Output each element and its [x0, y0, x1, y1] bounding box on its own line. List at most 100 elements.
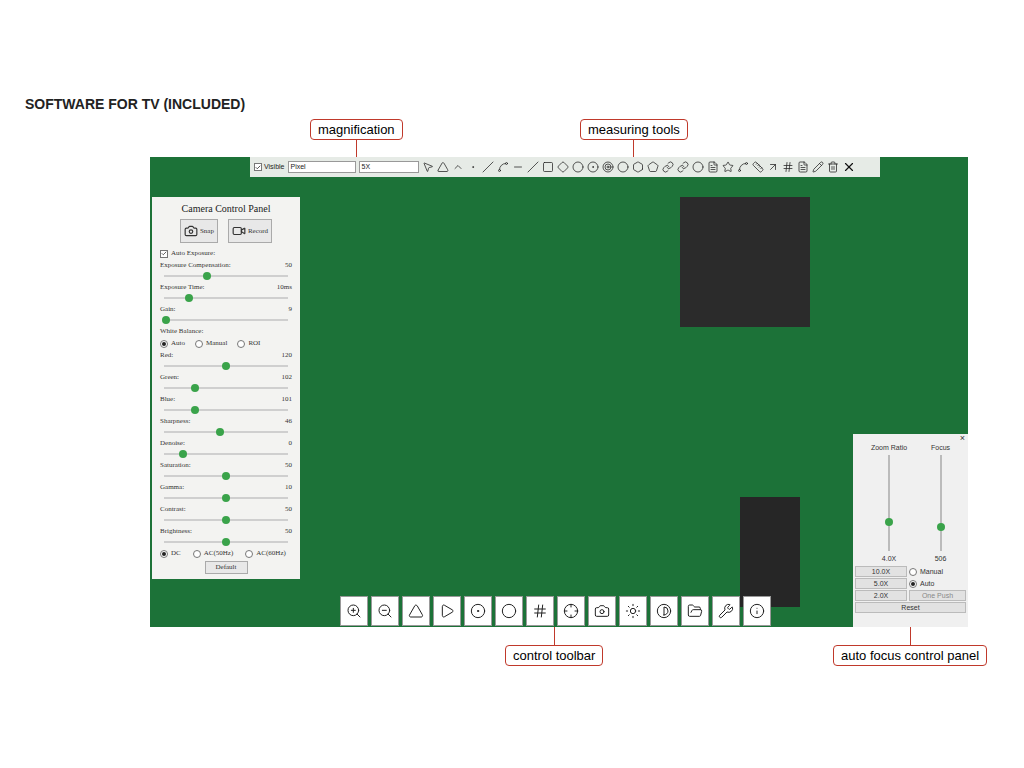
- toolbar-button[interactable]: [464, 596, 492, 626]
- toolbar-button[interactable]: [402, 596, 430, 626]
- measure-tool-icon[interactable]: [587, 161, 599, 173]
- toolbar-button[interactable]: [371, 596, 399, 626]
- slider[interactable]: [164, 272, 288, 280]
- radio[interactable]: [909, 568, 917, 576]
- toolbar-button[interactable]: [340, 596, 368, 626]
- zoom-preset-button[interactable]: 5.0X: [855, 578, 907, 589]
- vertical-slider[interactable]: [937, 455, 945, 551]
- page: SOFTWARE FOR TV (INCLUDED)magnificationm…: [0, 0, 1024, 768]
- measure-tool-icon[interactable]: [632, 161, 644, 173]
- slider[interactable]: [164, 450, 288, 458]
- measure-tool-icon[interactable]: [737, 161, 749, 173]
- vertical-slider[interactable]: [885, 455, 893, 551]
- default-button[interactable]: Default: [205, 561, 248, 574]
- measure-tool-icon[interactable]: [647, 161, 659, 173]
- measure-tool-icon[interactable]: [497, 161, 509, 173]
- zoom-preset-button[interactable]: 10.0X: [855, 566, 907, 577]
- slider[interactable]: [164, 384, 288, 392]
- unit-select[interactable]: Pixel: [288, 161, 356, 173]
- checkbox[interactable]: [160, 250, 168, 258]
- close-icon[interactable]: [842, 160, 856, 174]
- radio-option[interactable]: AC(50Hz): [193, 549, 234, 558]
- slider[interactable]: [164, 362, 288, 370]
- toolbar-button[interactable]: [619, 596, 647, 626]
- check-icon: [255, 164, 261, 171]
- measure-tool-icon[interactable]: [422, 161, 434, 173]
- record-button[interactable]: Record: [228, 219, 272, 243]
- magnification-select[interactable]: 5X: [359, 161, 419, 173]
- measure-tool-icon[interactable]: [557, 161, 569, 173]
- radio[interactable]: [195, 340, 203, 348]
- radio-option[interactable]: ROI: [237, 339, 260, 348]
- radio-option[interactable]: Manual: [195, 339, 227, 348]
- snap-button[interactable]: Snap: [180, 219, 218, 243]
- radio-option[interactable]: Manual: [909, 566, 943, 577]
- measure-tool-icon[interactable]: [437, 161, 449, 173]
- slider-row: Green:102: [160, 373, 292, 392]
- slider[interactable]: [164, 516, 288, 524]
- measure-tool-icon[interactable]: [542, 161, 554, 173]
- measure-tool-icon[interactable]: [467, 161, 479, 173]
- slider[interactable]: [164, 316, 288, 324]
- measure-tool-icon[interactable]: [617, 161, 629, 173]
- one-push-button[interactable]: One Push: [909, 590, 966, 601]
- measure-tool-icon[interactable]: [752, 161, 764, 173]
- auto-exposure[interactable]: Auto Exposure:: [160, 249, 292, 258]
- zoom-preset-button[interactable]: 2.0X: [855, 590, 907, 601]
- callout: measuring tools: [580, 119, 688, 157]
- slider[interactable]: [164, 428, 288, 436]
- software-screenshot: VisiblePixel5XCamera Control PanelSnapRe…: [150, 157, 968, 627]
- radio-option[interactable]: Auto: [909, 578, 934, 589]
- measure-tool-icon[interactable]: [677, 161, 689, 173]
- measure-tool-icon[interactable]: [662, 161, 674, 173]
- toolbar-icon: [501, 603, 517, 619]
- measure-tool-icon[interactable]: [827, 161, 839, 173]
- toolbar-button[interactable]: [650, 596, 678, 626]
- measure-tool-icon[interactable]: [527, 161, 539, 173]
- measure-tool-icon[interactable]: [707, 161, 719, 173]
- callout: control toolbar: [505, 627, 603, 666]
- radio[interactable]: [193, 550, 201, 558]
- radio[interactable]: [237, 340, 245, 348]
- slider-row: Blue:101: [160, 395, 292, 414]
- toolbar-button[interactable]: [588, 596, 616, 626]
- toolbar-icon: [346, 603, 362, 619]
- radio[interactable]: [909, 580, 917, 588]
- checkbox[interactable]: [254, 163, 262, 171]
- toolbar-button[interactable]: [557, 596, 585, 626]
- measure-tool-icon[interactable]: [602, 161, 614, 173]
- measure-tool-icon[interactable]: [482, 161, 494, 173]
- callout: auto focus control panel: [833, 627, 987, 666]
- measure-tool-icon[interactable]: [722, 161, 734, 173]
- measure-tool-icon[interactable]: [572, 161, 584, 173]
- slider-label: Exposure Time:: [160, 283, 205, 292]
- reset-button[interactable]: Reset: [855, 602, 966, 613]
- radio[interactable]: [245, 550, 253, 558]
- measure-tool-icon[interactable]: [812, 161, 824, 173]
- radio-option[interactable]: DC: [160, 549, 181, 558]
- slider[interactable]: [164, 472, 288, 480]
- toolbar-button[interactable]: [743, 596, 771, 626]
- slider[interactable]: [164, 294, 288, 302]
- measure-tool-icon[interactable]: [692, 161, 704, 173]
- radio[interactable]: [160, 550, 168, 558]
- radio[interactable]: [160, 340, 168, 348]
- radio-option[interactable]: Auto: [160, 339, 185, 348]
- measure-tool-icon[interactable]: [782, 161, 794, 173]
- toolbar-icon: [563, 603, 579, 619]
- slider[interactable]: [164, 538, 288, 546]
- measure-tool-icon[interactable]: [797, 161, 809, 173]
- toolbar-button[interactable]: [433, 596, 461, 626]
- visible-toggle[interactable]: Visible: [254, 162, 285, 173]
- slider[interactable]: [164, 494, 288, 502]
- toolbar-button[interactable]: [526, 596, 554, 626]
- measure-tool-icon[interactable]: [452, 161, 464, 173]
- measure-tool-icon[interactable]: [512, 161, 524, 173]
- toolbar-button[interactable]: [712, 596, 740, 626]
- toolbar-button[interactable]: [681, 596, 709, 626]
- slider[interactable]: [164, 406, 288, 414]
- measure-tool-icon[interactable]: [767, 161, 779, 173]
- radio-option[interactable]: AC(60Hz): [245, 549, 286, 558]
- toolbar-button[interactable]: [495, 596, 523, 626]
- close-button[interactable]: ×: [957, 434, 968, 443]
